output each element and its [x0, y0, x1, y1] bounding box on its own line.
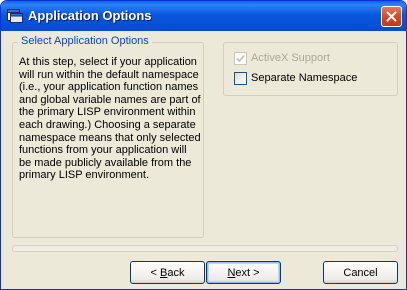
activex-support-label: ActiveX Support	[251, 52, 330, 64]
back-prefix: <	[150, 266, 160, 279]
separate-namespace-checkbox-box[interactable]	[234, 72, 247, 85]
back-button[interactable]: < Back	[130, 261, 205, 284]
group-legend: Select Application Options	[18, 35, 152, 47]
title-bar[interactable]: Application Options	[1, 1, 406, 31]
separate-namespace-label[interactable]: Separate Namespace	[251, 72, 357, 84]
application-options-dialog: Application Options Select Application O…	[0, 0, 407, 290]
next-button[interactable]: Next >	[206, 261, 281, 284]
step-description: At this step, select if your application…	[19, 56, 201, 182]
cancel-label: Cancel	[343, 266, 378, 279]
window-title: Application Options	[28, 8, 152, 23]
app-window-icon	[7, 8, 23, 23]
next-label-rest: ext >	[235, 266, 260, 279]
wizard-progress-bar	[12, 245, 398, 252]
activex-support-checkbox-box	[234, 52, 247, 65]
checkmark-icon	[236, 54, 245, 63]
cancel-button[interactable]: Cancel	[323, 261, 398, 284]
options-panel	[223, 42, 398, 96]
back-label-rest: ack	[167, 266, 185, 279]
close-button[interactable]	[381, 6, 402, 27]
